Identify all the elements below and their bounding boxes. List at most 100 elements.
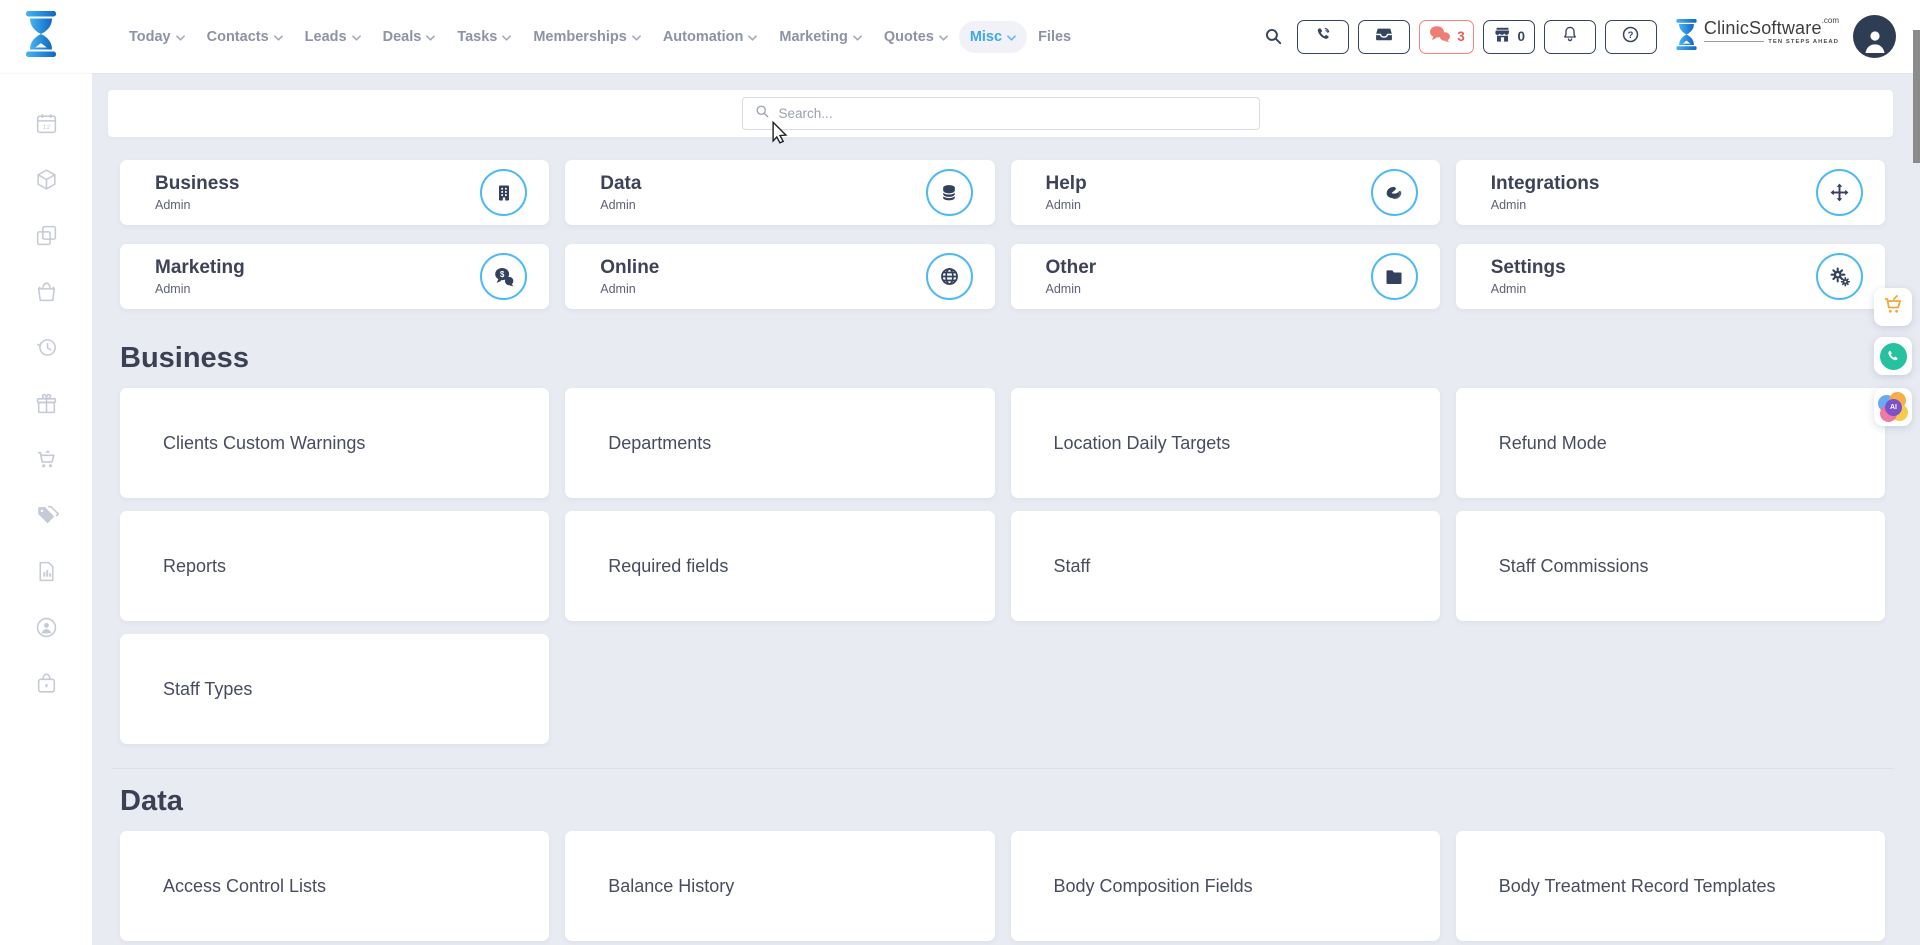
chevron-down-icon xyxy=(352,35,361,41)
category-card-other[interactable]: Other Admin xyxy=(1011,244,1440,309)
search-box[interactable] xyxy=(742,97,1260,130)
item-card-balance-history[interactable]: Balance History xyxy=(565,831,994,941)
category-title: Business xyxy=(155,173,480,195)
category-subtitle: Admin xyxy=(1046,198,1371,212)
clinicsoftware-logo[interactable]: ClinicSoftware .com TEN STEPS AHEAD xyxy=(1674,19,1839,55)
helping-hands-icon xyxy=(1371,169,1418,216)
bell-icon xyxy=(1561,25,1579,48)
sections: BusinessClients Custom WarningsDepartmen… xyxy=(92,342,1920,941)
sidebar-item-cart[interactable] xyxy=(0,434,92,490)
sidebar-item-calendar[interactable]: 12 xyxy=(0,98,92,154)
scrollbar-thumb[interactable] xyxy=(1913,30,1920,163)
report-icon xyxy=(34,559,59,589)
category-subtitle: Admin xyxy=(1491,282,1816,296)
nav-item-label: Tasks xyxy=(457,29,497,45)
item-card-body-composition-fields[interactable]: Body Composition Fields xyxy=(1011,831,1440,941)
category-card-online[interactable]: Online Admin xyxy=(565,244,994,309)
category-subtitle: Admin xyxy=(600,198,925,212)
whatsapp-floating-button[interactable] xyxy=(1874,337,1912,375)
item-card-staff-commissions[interactable]: Staff Commissions xyxy=(1456,511,1885,621)
item-card-location-daily-targets[interactable]: Location Daily Targets xyxy=(1011,388,1440,498)
cart-icon xyxy=(34,447,59,477)
phone-button[interactable] xyxy=(1297,20,1349,54)
store-button[interactable]: 0 xyxy=(1483,20,1535,54)
item-card-access-control-lists[interactable]: Access Control Lists xyxy=(120,831,549,941)
chevron-down-icon xyxy=(274,35,283,41)
sidebar-item-tags[interactable] xyxy=(0,490,92,546)
ai-floating-button[interactable]: AI xyxy=(1874,388,1912,426)
nav-item-contacts[interactable]: Contacts xyxy=(196,21,294,53)
search-strip xyxy=(108,90,1893,137)
main-content: Business Admin Data Admin Help Admin Int… xyxy=(92,73,1920,945)
cart-orange-floating-button[interactable] xyxy=(1874,288,1912,326)
main-menu: Today Contacts Leads Deals Tasks MembershipsA… xyxy=(118,0,1082,73)
nav-item-label: Leads xyxy=(305,29,347,45)
sidebar-item-basket[interactable] xyxy=(0,266,92,322)
user-avatar[interactable] xyxy=(1853,15,1896,58)
help-button[interactable]: ? xyxy=(1605,20,1657,54)
category-card-settings[interactable]: Settings Admin xyxy=(1456,244,1885,309)
category-title: Marketing xyxy=(155,257,480,279)
nav-item-files[interactable]: Files xyxy=(1027,21,1082,53)
category-card-help[interactable]: Help Admin xyxy=(1011,160,1440,225)
nav-item-marketing[interactable]: Marketing xyxy=(768,21,873,53)
nav-item-misc[interactable]: Misc xyxy=(959,21,1027,53)
sidebar-item-report[interactable] xyxy=(0,546,92,602)
category-card-integrations[interactable]: Integrations Admin xyxy=(1456,160,1885,225)
search-icon[interactable] xyxy=(1264,27,1283,46)
tags-icon xyxy=(34,503,59,533)
notifications-button[interactable] xyxy=(1544,20,1596,54)
item-card-departments[interactable]: Departments xyxy=(565,388,994,498)
sidebar-item-copy[interactable] xyxy=(0,210,92,266)
sidebar-item-history[interactable] xyxy=(0,322,92,378)
sidebar-item-gift[interactable] xyxy=(0,378,92,434)
category-title: Online xyxy=(600,257,925,279)
section-item-grid: Clients Custom WarningsDepartmentsLocati… xyxy=(120,388,1885,744)
chat-count-badge: 3 xyxy=(1457,29,1465,44)
section-heading: Data xyxy=(120,785,1920,818)
store-count-badge: 0 xyxy=(1518,29,1526,44)
user-icon xyxy=(1860,27,1890,58)
item-card-staff-types[interactable]: Staff Types xyxy=(120,634,549,744)
sidebar-item-briefcase[interactable] xyxy=(0,658,92,714)
category-card-data[interactable]: Data Admin xyxy=(565,160,994,225)
search-input[interactable] xyxy=(779,106,1209,121)
svg-text:12: 12 xyxy=(42,124,50,131)
item-card-body-treatment-record-templates[interactable]: Body Treatment Record Templates xyxy=(1456,831,1885,941)
package-icon xyxy=(34,167,59,197)
item-card-reports[interactable]: Reports xyxy=(120,511,549,621)
ai-label: AI xyxy=(1885,399,1902,416)
nav-item-label: Contacts xyxy=(207,29,269,45)
nav-item-quotes[interactable]: Quotes xyxy=(873,21,959,53)
nav-item-leads[interactable]: Leads xyxy=(294,21,372,53)
chevron-down-icon xyxy=(426,35,435,41)
item-card-staff[interactable]: Staff xyxy=(1011,511,1440,621)
nav-item-tasks[interactable]: Tasks xyxy=(446,21,522,53)
category-title: Help xyxy=(1046,173,1371,195)
ai-icon: AI xyxy=(1878,392,1908,422)
sidebar-item-package[interactable] xyxy=(0,154,92,210)
gears-icon xyxy=(1816,253,1863,300)
nav-item-memberships[interactable]: Memberships xyxy=(522,21,651,53)
nav-item-today[interactable]: Today xyxy=(118,21,196,53)
brand-hourglass-logo[interactable] xyxy=(22,11,60,62)
item-card-refund-mode[interactable]: Refund Mode xyxy=(1456,388,1885,498)
copy-icon xyxy=(34,223,59,253)
sidebar-item-contact[interactable] xyxy=(0,602,92,658)
item-card-required-fields[interactable]: Required fields xyxy=(565,511,994,621)
item-card-clients-custom-warnings[interactable]: Clients Custom Warnings xyxy=(120,388,549,498)
svg-text:?: ? xyxy=(1628,29,1634,40)
inbox-button[interactable] xyxy=(1358,20,1410,54)
nav-item-deals[interactable]: Deals xyxy=(372,21,447,53)
category-grid: Business Admin Data Admin Help Admin Int… xyxy=(120,160,1885,309)
category-card-business[interactable]: Business Admin xyxy=(120,160,549,225)
category-card-marketing[interactable]: Marketing Admin $ xyxy=(120,244,549,309)
chat-button[interactable]: 3 xyxy=(1419,20,1474,54)
chevron-down-icon xyxy=(632,35,641,41)
logo-tagline: TEN STEPS AHEAD xyxy=(1768,39,1839,45)
sidebar: 12 xyxy=(0,73,92,945)
top-navbar: Today Contacts Leads Deals Tasks MembershipsA… xyxy=(0,0,1920,73)
category-title: Other xyxy=(1046,257,1371,279)
nav-item-automation[interactable]: Automation xyxy=(652,21,769,53)
gift-icon xyxy=(34,391,59,421)
